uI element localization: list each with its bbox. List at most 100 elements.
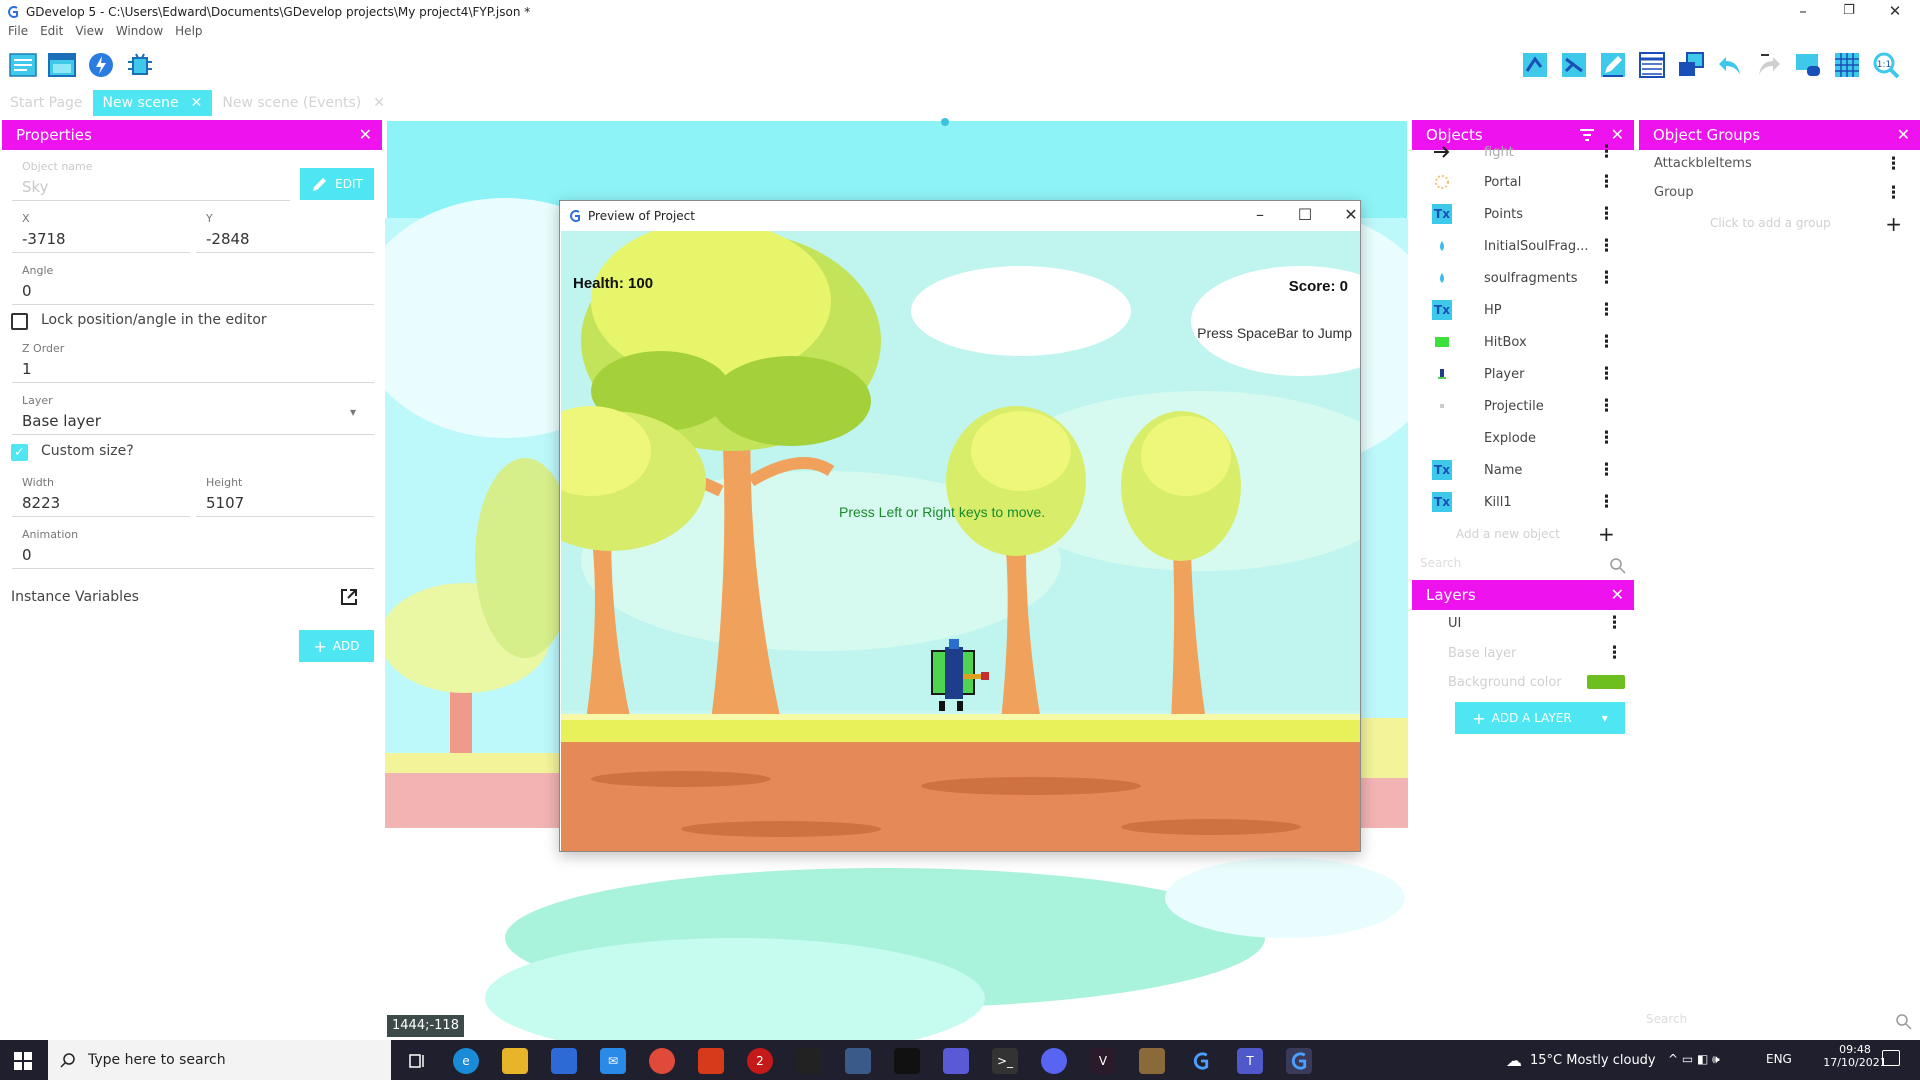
- object-item-portal[interactable]: Portal ⋮: [1412, 166, 1634, 198]
- menu-view[interactable]: View: [75, 24, 103, 42]
- app-dark-icon[interactable]: [796, 1048, 822, 1074]
- group-item-group[interactable]: Group ⋮: [1640, 183, 1920, 211]
- object-item-fight[interactable]: fight ⋮: [1412, 136, 1634, 168]
- more-options-icon[interactable]: ⋮: [1598, 396, 1615, 416]
- app-purple-icon[interactable]: [943, 1048, 969, 1074]
- open-external-icon[interactable]: [339, 587, 359, 607]
- object-item-points[interactable]: Tx Points ⋮: [1412, 198, 1634, 230]
- object-item-projectile[interactable]: Projectile ⋮: [1412, 390, 1634, 422]
- angle-field[interactable]: 0: [22, 282, 32, 300]
- tray-icons[interactable]: ^ ▭ ◧ 🕪: [1668, 1052, 1720, 1067]
- more-options-icon[interactable]: ⋮: [1598, 236, 1615, 256]
- game-viewport[interactable]: Health: 100 Score: 0 Press SpaceBar to J…: [561, 231, 1360, 851]
- y-field[interactable]: -2848: [206, 230, 250, 248]
- layer-select[interactable]: Base layer: [22, 412, 101, 430]
- debug-bug-icon[interactable]: [125, 50, 155, 80]
- search-icon[interactable]: [1896, 1014, 1912, 1030]
- project-manager-icon[interactable]: [8, 50, 38, 80]
- maximize-button[interactable]: ❐: [1826, 0, 1872, 24]
- close-icon[interactable]: ✕: [1897, 125, 1910, 144]
- tab-start-page[interactable]: Start Page: [0, 90, 93, 116]
- groups-search-input[interactable]: Search: [1646, 1012, 1912, 1032]
- terminal-icon[interactable]: >_: [992, 1048, 1018, 1074]
- more-options-icon[interactable]: ⋮: [1598, 492, 1615, 512]
- notifications-icon[interactable]: [1882, 1050, 1900, 1066]
- discord-icon[interactable]: [1041, 1048, 1067, 1074]
- add-layer-button[interactable]: + ADD A LAYER ▾: [1455, 702, 1625, 734]
- file-explorer-icon[interactable]: [502, 1048, 528, 1074]
- more-options-icon[interactable]: ⋮: [1598, 332, 1615, 352]
- object-item-initialsoulfrag[interactable]: InitialSoulFrag... ⋮: [1412, 230, 1634, 262]
- close-icon[interactable]: ✕: [359, 125, 372, 144]
- more-options-icon[interactable]: ⋮: [1885, 183, 1902, 203]
- menu-file[interactable]: File: [8, 24, 28, 42]
- background-color-swatch[interactable]: [1587, 675, 1625, 689]
- gdevelop-preview-taskbar-icon[interactable]: [1286, 1048, 1312, 1074]
- more-options-icon[interactable]: ⋮: [1598, 460, 1615, 480]
- menu-window[interactable]: Window: [116, 24, 163, 42]
- taskbar-search-input[interactable]: Type here to search: [48, 1040, 391, 1080]
- minimize-button[interactable]: –: [1780, 0, 1826, 24]
- object-item-kill1[interactable]: Tx Kill1 ⋮: [1412, 486, 1634, 518]
- layer-item-ui[interactable]: UI: [1448, 616, 1461, 631]
- instances-list-icon[interactable]: [1637, 50, 1667, 80]
- menu-help[interactable]: Help: [175, 24, 202, 42]
- add-object-row[interactable]: Add a new object +: [1412, 518, 1634, 550]
- gdevelop-taskbar-icon[interactable]: [1188, 1048, 1214, 1074]
- z-order-field[interactable]: 1: [22, 360, 32, 378]
- object-groups-icon[interactable]: [1559, 50, 1589, 80]
- edit-object-button[interactable]: EDIT: [300, 168, 374, 200]
- mail-icon[interactable]: ✉: [600, 1048, 626, 1074]
- add-group-icon[interactable]: +: [1885, 212, 1902, 236]
- zoom-icon[interactable]: 1:1: [1871, 50, 1901, 80]
- more-options-icon[interactable]: ⋮: [1598, 364, 1615, 384]
- search-icon[interactable]: [1610, 558, 1626, 574]
- more-options-icon[interactable]: ⋮: [1598, 300, 1615, 320]
- close-tab-icon[interactable]: ✕: [373, 95, 385, 111]
- weather-widget[interactable]: ☁ 15°C Mostly cloudy: [1506, 1040, 1656, 1080]
- task-view-icon[interactable]: [404, 1048, 430, 1074]
- custom-size-checkbox[interactable]: ✓: [11, 444, 28, 461]
- more-options-icon[interactable]: ⋮: [1598, 428, 1615, 448]
- preview-window-icon[interactable]: [1793, 50, 1823, 80]
- width-field[interactable]: 8223: [22, 494, 60, 512]
- office-icon[interactable]: [698, 1048, 724, 1074]
- x-field[interactable]: -3718: [22, 230, 66, 248]
- close-icon[interactable]: ✕: [1611, 585, 1624, 604]
- more-options-icon[interactable]: ⋮: [1598, 172, 1615, 192]
- add-group-row[interactable]: Click to add a group +: [1640, 212, 1920, 240]
- object-item-hp[interactable]: Tx HP ⋮: [1412, 294, 1634, 326]
- lock-checkbox[interactable]: [11, 313, 28, 330]
- debugger-play-icon[interactable]: [86, 50, 116, 80]
- app-photo-icon[interactable]: [1139, 1048, 1165, 1074]
- more-options-icon[interactable]: ⋮: [1598, 204, 1615, 224]
- objects-panel-icon[interactable]: [1520, 50, 1550, 80]
- chrome-icon[interactable]: [649, 1048, 675, 1074]
- grid-icon[interactable]: [1832, 50, 1862, 80]
- clock[interactable]: 09:48 17/10/2021: [1822, 1043, 1888, 1069]
- more-options-icon[interactable]: ⋮: [1606, 613, 1623, 633]
- preview-minimize-button[interactable]: –: [1246, 205, 1274, 224]
- undo-icon[interactable]: [1715, 50, 1745, 80]
- app-v-icon[interactable]: V: [1090, 1048, 1116, 1074]
- chevron-down-icon[interactable]: ▾: [350, 405, 356, 419]
- object-item-explode[interactable]: Explode ⋮: [1412, 422, 1634, 454]
- more-options-icon[interactable]: ⋮: [1885, 154, 1902, 174]
- object-item-name[interactable]: Tx Name ⋮: [1412, 454, 1634, 486]
- app-2-icon[interactable]: 2: [747, 1048, 773, 1074]
- store-icon[interactable]: [551, 1048, 577, 1074]
- more-options-icon[interactable]: ⋮: [1598, 142, 1615, 162]
- windows-start-icon[interactable]: [14, 1052, 32, 1070]
- chevron-down-icon[interactable]: ▾: [1602, 711, 1608, 725]
- app-black-icon[interactable]: [894, 1048, 920, 1074]
- preview-maximize-button[interactable]: ☐: [1291, 205, 1319, 224]
- edge-browser-icon[interactable]: e: [453, 1048, 479, 1074]
- preview-close-button[interactable]: ✕: [1337, 205, 1365, 224]
- properties-edit-icon[interactable]: [1598, 50, 1628, 80]
- group-item-attackbleitems[interactable]: AttackbleItems ⋮: [1640, 154, 1920, 182]
- object-item-player[interactable]: Player ⋮: [1412, 358, 1634, 390]
- more-options-icon[interactable]: ⋮: [1598, 268, 1615, 288]
- more-options-icon[interactable]: ⋮: [1606, 643, 1623, 663]
- close-window-button[interactable]: ✕: [1872, 0, 1918, 24]
- app-image-icon[interactable]: [845, 1048, 871, 1074]
